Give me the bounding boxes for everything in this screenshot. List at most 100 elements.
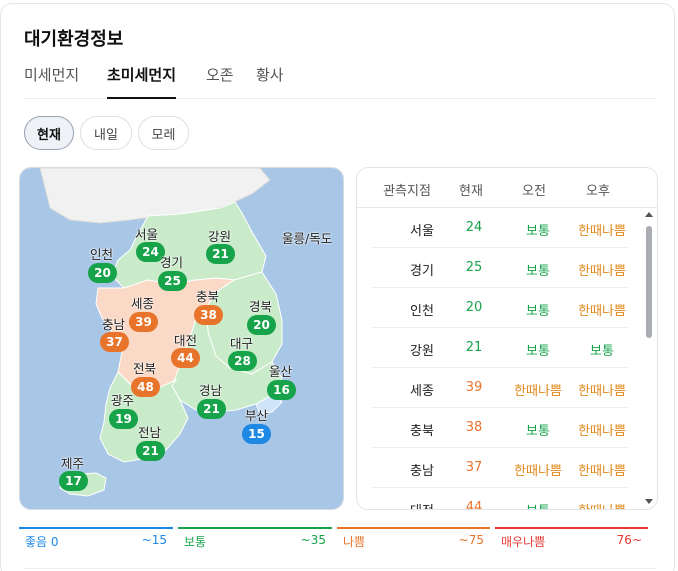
tab-pm10[interactable]: 미세먼지 xyxy=(24,64,79,99)
region-label-gangwon: 강원 xyxy=(208,229,232,244)
region-badge-incheon[interactable]: 20 xyxy=(88,263,117,283)
region-badge-gwangju[interactable]: 19 xyxy=(109,409,138,429)
station-am-forecast: 보통 xyxy=(526,424,550,439)
region-badge-gyeongbuk[interactable]: 20 xyxy=(247,315,276,335)
station-now-value: 39 xyxy=(465,380,483,395)
filter-now-button[interactable]: 현재 xyxy=(24,116,74,150)
region-label-incheon: 인천 xyxy=(90,247,114,262)
legend-good: 좋음 0 ~15 xyxy=(19,527,173,555)
region-badge-ulsan[interactable]: 16 xyxy=(267,380,296,400)
station-name: 충북 xyxy=(410,424,434,439)
region-badge-chungbuk[interactable]: 38 xyxy=(194,305,223,325)
region-label-ulleung-dokdo: 울릉/독도 xyxy=(282,231,333,246)
legend-normal-range: ~35 xyxy=(300,533,326,547)
region-badge-chungnam[interactable]: 37 xyxy=(100,332,129,352)
scroll-up-icon[interactable] xyxy=(644,210,654,218)
legend-very-bad-range: 76~ xyxy=(616,533,642,547)
region-label-gwangju: 광주 xyxy=(111,393,135,408)
scroll-down-icon[interactable] xyxy=(644,498,654,506)
table-row[interactable]: 경기 25 보통 한때나쁨 xyxy=(372,248,628,288)
station-pm-forecast: 한때나쁨 xyxy=(578,224,626,239)
header-pm: 오후 xyxy=(586,184,610,199)
table-row[interactable]: 서울 24 보통 한때나쁨 xyxy=(372,208,628,248)
region-label-jeonbuk: 전북 xyxy=(133,361,157,376)
station-now-value: 24 xyxy=(465,220,483,235)
station-pm-forecast: 한때나쁨 xyxy=(566,500,638,509)
divider xyxy=(24,568,656,569)
region-label-sejong: 세종 xyxy=(131,296,155,311)
station-name: 세종 xyxy=(410,384,434,399)
header-now: 현재 xyxy=(459,184,483,199)
station-am-forecast: 한때나쁨 xyxy=(514,464,562,479)
region-badge-gyeongnam[interactable]: 21 xyxy=(197,399,226,419)
station-name: 경기 xyxy=(410,264,434,279)
station-name: 충남 xyxy=(410,464,434,479)
filter-tomorrow-button[interactable]: 내일 xyxy=(80,116,132,150)
scrollbar-thumb[interactable] xyxy=(646,226,652,338)
station-pm-forecast: 보통 xyxy=(590,344,614,359)
station-now-value: 37 xyxy=(465,460,483,475)
region-label-daegu: 대구 xyxy=(230,336,254,351)
station-table: 관측지점 현재 오전 오후 서울 24 보통 한때나쁨 경기 25 보통 한때나… xyxy=(356,167,658,510)
region-badge-daegu[interactable]: 28 xyxy=(228,351,257,371)
table-row[interactable]: 세종 39 한때나쁨 한때나쁨 xyxy=(372,368,628,408)
legend-very-bad-label: 매우나쁨 xyxy=(501,535,546,549)
station-pm-forecast: 한때나쁨 xyxy=(578,464,626,479)
legend-good-label: 좋음 0 xyxy=(25,535,59,549)
region-label-seoul: 서울 xyxy=(135,227,159,242)
legend-normal: 보통 ~35 xyxy=(178,527,332,555)
station-am-forecast: 보통 xyxy=(502,500,574,509)
tab-yellow-dust[interactable]: 황사 xyxy=(256,64,284,99)
station-now-value: 20 xyxy=(465,300,483,315)
legend-bad-range: ~75 xyxy=(458,533,484,547)
station-am-forecast: 보통 xyxy=(526,224,550,239)
table-row[interactable]: 인천 20 보통 한때나쁨 xyxy=(372,288,628,328)
table-row[interactable]: 강원 21 보통 보통 xyxy=(372,328,628,368)
table-header: 관측지점 현재 오전 오후 xyxy=(357,168,657,208)
station-pm-forecast: 한때나쁨 xyxy=(578,384,626,399)
table-scrollbar[interactable] xyxy=(644,210,654,506)
station-am-forecast: 한때나쁨 xyxy=(514,384,562,399)
station-now-value: 44 xyxy=(465,500,483,510)
region-label-gyeongbuk: 경북 xyxy=(249,299,273,314)
region-badge-sejong[interactable]: 39 xyxy=(129,312,158,332)
tab-pm25[interactable]: 초미세먼지 xyxy=(107,64,177,99)
region-badge-busan[interactable]: 15 xyxy=(242,424,271,444)
station-pm-forecast: 한때나쁨 xyxy=(578,424,626,439)
region-label-gyeonggi: 경기 xyxy=(160,255,184,270)
region-label-chungbuk: 충북 xyxy=(196,289,220,304)
station-name: 강원 xyxy=(410,344,434,359)
region-badge-gangwon[interactable]: 21 xyxy=(206,244,235,264)
table-row[interactable]: 충남 37 한때나쁨 한때나쁨 xyxy=(372,448,628,488)
region-badge-daejeon[interactable]: 44 xyxy=(171,348,200,368)
station-name: 서울 xyxy=(410,224,434,239)
region-label-ulsan: 울산 xyxy=(269,364,293,379)
legend-very-bad: 매우나쁨 76~ xyxy=(495,527,648,555)
station-now-value: 38 xyxy=(465,420,483,435)
region-label-jeju: 제주 xyxy=(61,456,85,471)
filter-day-after-button[interactable]: 모레 xyxy=(138,116,189,150)
table-row[interactable]: 충북 38 보통 한때나쁨 xyxy=(372,408,628,448)
region-badge-jeju[interactable]: 17 xyxy=(59,471,88,491)
station-am-forecast: 보통 xyxy=(526,344,550,359)
table-row[interactable]: 대전 44 보통 한때나쁨 xyxy=(372,488,628,510)
legend-bad-label: 나쁨 xyxy=(343,535,366,549)
region-map: 서울 24 인천 20 경기 25 강원 21 울릉/독도 세종 39 충남 3… xyxy=(19,167,344,510)
header-station: 관측지점 xyxy=(383,184,431,199)
region-label-gyeongnam: 경남 xyxy=(199,383,223,398)
station-now-value: 21 xyxy=(465,340,483,355)
station-am-forecast: 보통 xyxy=(526,304,550,319)
pollutant-tabs: 미세먼지 초미세먼지 오존 황사 xyxy=(24,62,656,99)
legend-good-range: ~15 xyxy=(141,533,167,547)
legend-normal-label: 보통 xyxy=(184,535,207,549)
tab-ozone[interactable]: 오존 xyxy=(206,64,234,99)
region-badge-jeonnam[interactable]: 21 xyxy=(136,441,165,461)
region-badge-gyeonggi[interactable]: 25 xyxy=(158,271,187,291)
region-label-chungnam: 충남 xyxy=(102,317,126,332)
station-pm-forecast: 한때나쁨 xyxy=(578,304,626,319)
station-pm-forecast: 한때나쁨 xyxy=(578,264,626,279)
header-am: 오전 xyxy=(522,184,546,199)
legend-bad: 나쁨 ~75 xyxy=(337,527,490,555)
region-badge-jeonbuk[interactable]: 48 xyxy=(131,377,160,397)
station-am-forecast: 보통 xyxy=(526,264,550,279)
